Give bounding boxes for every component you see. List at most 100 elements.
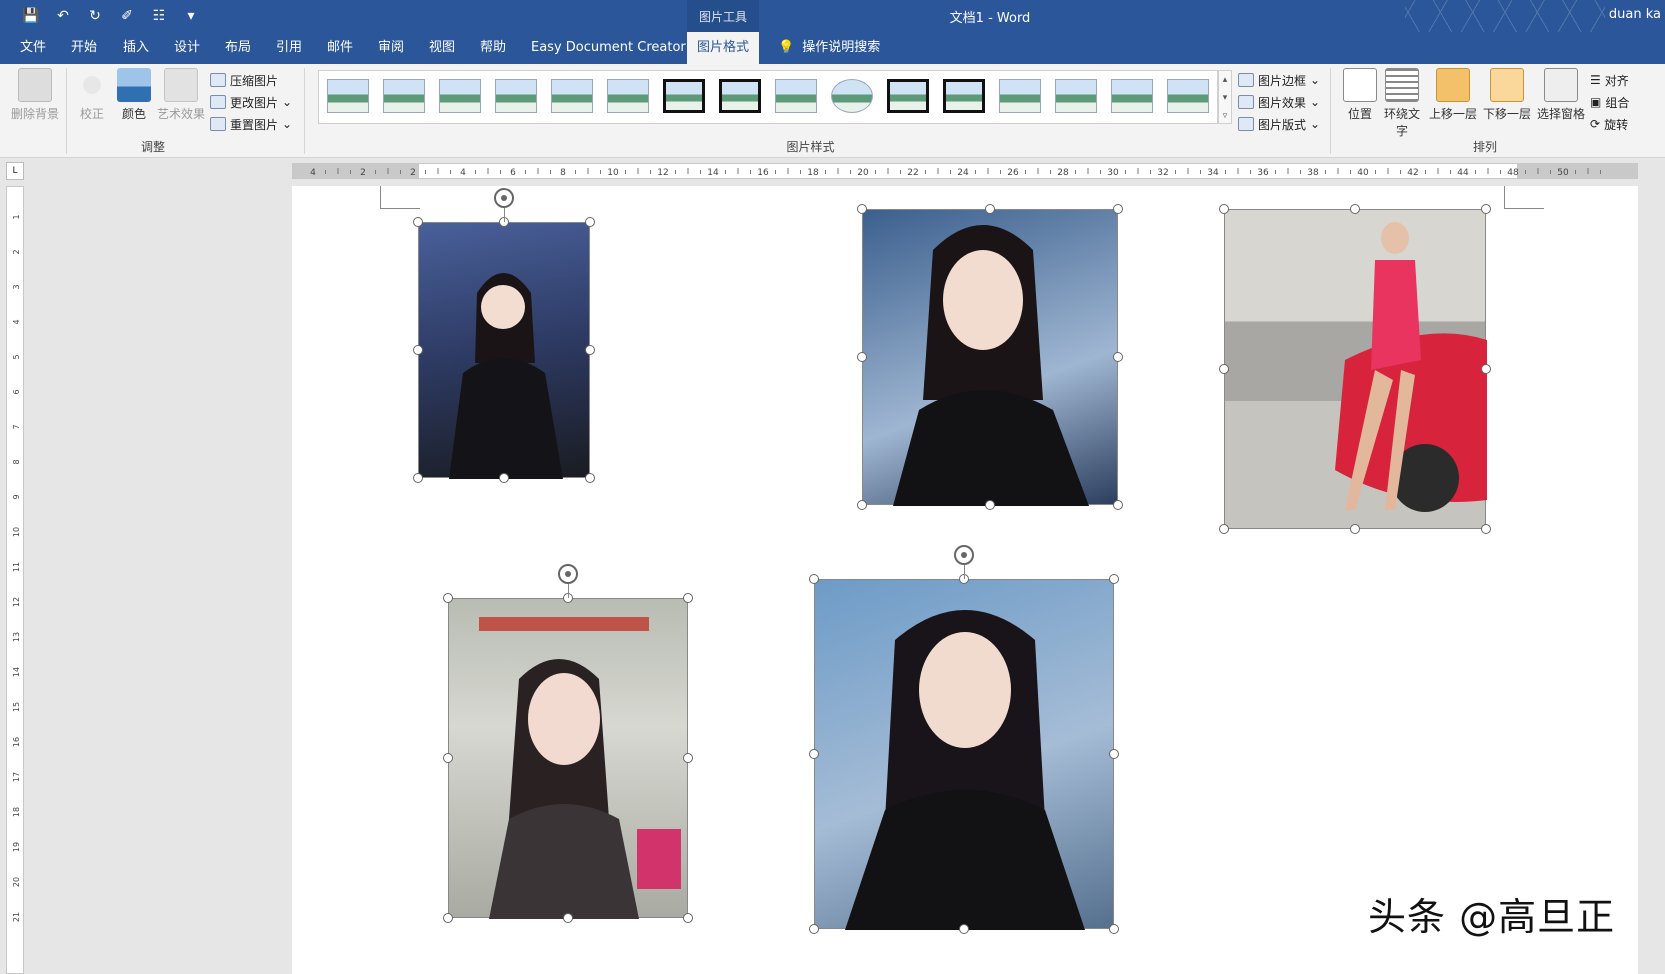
- style-thumb[interactable]: [943, 79, 985, 113]
- tab-review[interactable]: 审阅: [372, 32, 410, 64]
- style-thumb[interactable]: [887, 79, 929, 113]
- resize-handle[interactable]: [413, 217, 423, 227]
- resize-handle[interactable]: [443, 593, 453, 603]
- style-thumb[interactable]: [719, 79, 761, 113]
- style-thumb[interactable]: [551, 79, 593, 113]
- rotate-handle-icon[interactable]: [954, 545, 974, 565]
- send-backward-button[interactable]: 下移一层: [1480, 68, 1534, 122]
- resize-handle[interactable]: [809, 749, 819, 759]
- resize-handle[interactable]: [1219, 364, 1229, 374]
- tab-design[interactable]: 设计: [168, 32, 206, 64]
- resize-handle[interactable]: [1350, 204, 1360, 214]
- tell-me-search[interactable]: 💡 操作说明搜索: [772, 32, 886, 64]
- corrections-button[interactable]: 校正: [74, 68, 110, 122]
- resize-handle[interactable]: [809, 574, 819, 584]
- redo-icon[interactable]: ↻: [82, 6, 108, 26]
- horizontal-ruler[interactable]: 4 2 2 4 6 8 10 12 14 16 18 20 22 24 26 28 30 32 34 36 38 40 42…: [292, 163, 1638, 179]
- resize-handle[interactable]: [1219, 524, 1229, 534]
- resize-handle[interactable]: [413, 345, 423, 355]
- resize-handle[interactable]: [1219, 204, 1229, 214]
- tab-help[interactable]: 帮助: [474, 32, 512, 64]
- picture-layout-button[interactable]: 图片版式 ⌄: [1238, 114, 1320, 134]
- resize-handle[interactable]: [1113, 204, 1123, 214]
- resize-handle[interactable]: [857, 352, 867, 362]
- wrap-text-button[interactable]: 环绕文字: [1382, 68, 1422, 139]
- rotate-handle-icon[interactable]: [494, 188, 514, 208]
- style-thumb[interactable]: [663, 79, 705, 113]
- resize-handle[interactable]: [1109, 924, 1119, 934]
- style-thumb[interactable]: [775, 79, 817, 113]
- gallery-scroll[interactable]: ▴ ▾ ▿: [1218, 70, 1232, 124]
- bring-forward-button[interactable]: 上移一层: [1426, 68, 1480, 122]
- style-thumb[interactable]: [607, 79, 649, 113]
- user-name[interactable]: duan ka: [1609, 7, 1661, 22]
- save-icon[interactable]: 💾: [18, 6, 44, 26]
- tab-insert[interactable]: 插入: [117, 32, 155, 64]
- undo-icon[interactable]: ↶: [50, 6, 76, 26]
- picture-2[interactable]: [862, 209, 1118, 506]
- color-button[interactable]: 颜色: [116, 68, 152, 122]
- resize-handle[interactable]: [499, 473, 509, 483]
- resize-handle[interactable]: [1481, 204, 1491, 214]
- style-thumb[interactable]: [831, 79, 873, 113]
- resize-handle[interactable]: [683, 593, 693, 603]
- change-picture-button[interactable]: 更改图片 ⌄: [210, 92, 292, 112]
- tab-references[interactable]: 引用: [270, 32, 308, 64]
- touch-mode-icon[interactable]: ☷: [146, 6, 172, 26]
- document-page[interactable]: 头条 @高旦正: [292, 186, 1638, 974]
- picture-3[interactable]: [1224, 209, 1487, 529]
- tab-view[interactable]: 视图: [423, 32, 461, 64]
- picture-effects-button[interactable]: 图片效果 ⌄: [1238, 92, 1320, 112]
- style-thumb[interactable]: [383, 79, 425, 113]
- resize-handle[interactable]: [585, 345, 595, 355]
- resize-handle[interactable]: [585, 217, 595, 227]
- rotate-button[interactable]: ⟳ 旋转: [1590, 114, 1628, 134]
- tab-layout[interactable]: 布局: [219, 32, 257, 64]
- style-thumb[interactable]: [1055, 79, 1097, 113]
- rotate-handle-icon[interactable]: [558, 564, 578, 584]
- align-button[interactable]: ☰ 对齐: [1590, 70, 1629, 90]
- resize-handle[interactable]: [585, 473, 595, 483]
- style-thumb[interactable]: [999, 79, 1041, 113]
- resize-handle[interactable]: [1109, 749, 1119, 759]
- customize-qat-icon[interactable]: ▾: [178, 6, 204, 26]
- resize-handle[interactable]: [683, 753, 693, 763]
- style-thumb[interactable]: [327, 79, 369, 113]
- picture-5[interactable]: [814, 579, 1114, 930]
- vertical-ruler[interactable]: 1 2 3 4 5 6 7 8 9 10 11 12 13 14 15 16 17 18 19 20 21: [6, 186, 24, 974]
- style-thumb[interactable]: [439, 79, 481, 113]
- format-painter-icon[interactable]: ✐: [114, 6, 140, 26]
- resize-handle[interactable]: [413, 473, 423, 483]
- tab-easy-document-creator[interactable]: Easy Document Creator: [525, 32, 692, 64]
- resize-handle[interactable]: [443, 913, 453, 923]
- resize-handle[interactable]: [1481, 524, 1491, 534]
- picture-styles-gallery[interactable]: [318, 70, 1218, 124]
- position-button[interactable]: 位置: [1340, 68, 1380, 122]
- selection-pane-button[interactable]: 选择窗格: [1534, 68, 1588, 122]
- tab-file[interactable]: 文件: [14, 32, 52, 64]
- resize-handle[interactable]: [1113, 500, 1123, 510]
- resize-handle[interactable]: [1109, 574, 1119, 584]
- style-thumb[interactable]: [1167, 79, 1209, 113]
- style-thumb[interactable]: [495, 79, 537, 113]
- resize-handle[interactable]: [683, 913, 693, 923]
- resize-handle[interactable]: [985, 500, 995, 510]
- resize-handle[interactable]: [1350, 524, 1360, 534]
- artistic-effects-button[interactable]: 艺术效果: [156, 68, 206, 122]
- remove-background-button[interactable]: 删除背景: [8, 68, 62, 122]
- resize-handle[interactable]: [563, 913, 573, 923]
- resize-handle[interactable]: [1113, 352, 1123, 362]
- resize-handle[interactable]: [985, 204, 995, 214]
- resize-handle[interactable]: [809, 924, 819, 934]
- tab-picture-format[interactable]: 图片格式: [687, 32, 759, 64]
- tab-selector[interactable]: L: [6, 162, 24, 180]
- compress-pictures-button[interactable]: 压缩图片: [210, 70, 278, 90]
- tab-home[interactable]: 开始: [65, 32, 103, 64]
- tab-mailings[interactable]: 邮件: [321, 32, 359, 64]
- picture-1[interactable]: [418, 222, 590, 479]
- group-button[interactable]: ▣ 组合: [1590, 92, 1629, 112]
- resize-handle[interactable]: [959, 924, 969, 934]
- reset-picture-button[interactable]: 重置图片 ⌄: [210, 114, 292, 134]
- style-thumb[interactable]: [1111, 79, 1153, 113]
- resize-handle[interactable]: [857, 204, 867, 214]
